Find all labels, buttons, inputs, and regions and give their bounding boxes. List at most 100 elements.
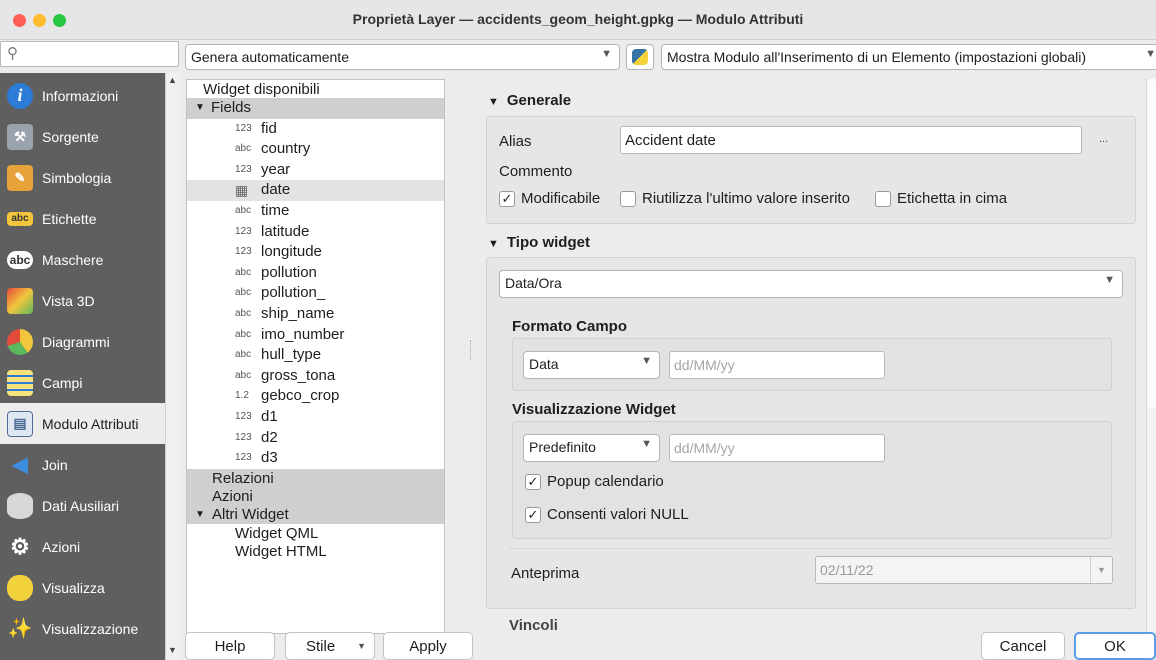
scroll-up-icon[interactable]: ▲	[168, 75, 177, 85]
scroll-down-icon[interactable]: ▼	[168, 645, 177, 655]
sidebar-item-simbologia[interactable]: ✎ Simbologia	[0, 157, 165, 198]
tree-field-item[interactable]: abc hull_type	[187, 345, 444, 366]
sidebar-item-sorgente[interactable]: ⚒ Sorgente	[0, 116, 165, 157]
field-type-badge: 123	[235, 163, 252, 175]
checkmark-icon: ✓	[525, 473, 541, 490]
tree-field-item[interactable]: 123 longitude	[187, 242, 444, 263]
anteprima-label: Anteprima	[511, 565, 580, 582]
field-format-dropdown[interactable]: Data ▼	[523, 351, 660, 379]
layout-mode-dropdown[interactable]: Genera automaticamente ▼	[185, 44, 620, 70]
visualizzazione-widget-group: Predefinito ▼ dd/MM/yy ✓ Popup calendario…	[512, 421, 1112, 539]
field-name: d1	[261, 407, 278, 425]
form-popup-dropdown[interactable]: Mostra Modulo all'Inserimento di un Elem…	[661, 44, 1156, 70]
consenti-null-checkbox[interactable]: ✓ Consenti valori NULL	[525, 506, 689, 523]
etichetta-checkbox[interactable]: Etichetta in cima	[875, 190, 1007, 207]
popup-calendario-checkbox[interactable]: ✓ Popup calendario	[525, 473, 664, 490]
alias-input[interactable]: Accident date	[620, 126, 1082, 154]
sidebar-item-vista-3d[interactable]: Vista 3D	[0, 280, 165, 321]
tree-field-item[interactable]: abc imo_number	[187, 325, 444, 346]
expand-arrow-icon[interactable]: ▼	[195, 505, 205, 525]
sidebar-scrollbar[interactable]: ▲ ▼	[165, 73, 179, 660]
modificabile-checkbox[interactable]: ✓ Modificabile	[499, 190, 600, 207]
expand-arrow-icon[interactable]: ▼	[195, 98, 205, 118]
chevron-down-icon[interactable]: ▼	[1090, 557, 1112, 583]
widget-display-input[interactable]: dd/MM/yy	[669, 434, 885, 462]
sidebar-item-label: Simbologia	[42, 169, 112, 186]
form-popup-value: Mostra Modulo all'Inserimento di un Elem…	[667, 49, 1086, 65]
tree-field-item[interactable]: abc time	[187, 201, 444, 222]
tree-group-fields[interactable]: ▼ Fields	[187, 98, 444, 119]
chevron-down-icon: ▼	[641, 438, 652, 450]
tree-group-relazioni[interactable]: Relazioni	[187, 469, 444, 488]
paintbrush-icon: ✎	[7, 164, 33, 191]
chevron-down-icon: ▼	[357, 641, 366, 651]
available-widgets-tree[interactable]: Widget disponibili ▼ Fields 123 fid abc cou…	[186, 79, 445, 634]
title-bar: Proprietà Layer — accidents_geom_height.…	[0, 0, 1156, 40]
tree-field-item[interactable]: abc ship_name	[187, 304, 444, 325]
collapse-arrow-icon[interactable]: ▼	[488, 96, 499, 108]
sidebar-item-join[interactable]: ◀ Join	[0, 444, 165, 485]
collapse-arrow-icon[interactable]: ▼	[488, 238, 499, 250]
tree-field-item[interactable]: 123 d1	[187, 407, 444, 428]
panel-scrollbar[interactable]	[1146, 79, 1156, 632]
sidebar-item-visualizza[interactable]: Visualizza	[0, 567, 165, 608]
mask-abc-icon: abc	[7, 250, 33, 269]
alias-value: Accident date	[625, 132, 716, 149]
sidebar-item-diagrammi[interactable]: Diagrammi	[0, 321, 165, 362]
sidebar-item-label: Dati Ausiliari	[42, 497, 120, 514]
fields-icon	[7, 369, 33, 396]
tree-field-item[interactable]: 123 d3	[187, 448, 444, 469]
sidebar-item-informazioni[interactable]: i Informazioni	[0, 75, 165, 116]
tree-field-item[interactable]: 123 fid	[187, 119, 444, 140]
field-name: pollution	[261, 263, 317, 281]
search-input[interactable]: ⚲	[0, 41, 179, 67]
tree-item-widget-qml[interactable]: Widget QML	[187, 524, 444, 542]
tree-field-item[interactable]: 123 latitude	[187, 222, 444, 243]
chevron-down-icon: ▼	[641, 355, 652, 367]
widget-display-dropdown[interactable]: Predefinito ▼	[523, 434, 660, 462]
tree-item-widget-html[interactable]: Widget HTML	[187, 542, 444, 560]
widget-type-dropdown[interactable]: Data/Ora ▼	[499, 270, 1123, 298]
more-options-button[interactable]: ...	[1099, 133, 1108, 145]
riutilizza-checkbox[interactable]: Riutilizza l'ultimo valore inserito	[620, 190, 850, 207]
sidebar-item-modulo-attributi[interactable]: ▤ Modulo Attributi	[0, 403, 165, 444]
tree-field-item[interactable]: 123 year	[187, 160, 444, 181]
tree-field-item[interactable]: 123 d2	[187, 428, 444, 449]
field-type-badge: 123	[235, 246, 252, 258]
vincoli-section-header-cutoff[interactable]: Vincoli	[509, 617, 558, 632]
sidebar-item-label: Diagrammi	[42, 333, 110, 350]
generale-section-header[interactable]: ▼ Generale	[488, 92, 571, 109]
database-icon	[7, 492, 33, 519]
ok-button[interactable]: OK	[1074, 632, 1156, 660]
stile-button[interactable]: Stile ▼	[285, 632, 375, 660]
scrollbar-thumb[interactable]	[1148, 79, 1156, 409]
cancel-button[interactable]: Cancel	[981, 632, 1065, 660]
section-title: Vincoli	[509, 617, 558, 632]
tree-group-azioni[interactable]: Azioni	[187, 487, 444, 506]
tree-field-item[interactable]: abc country	[187, 139, 444, 160]
sidebar-item-azioni[interactable]: ⚙ Azioni	[0, 526, 165, 567]
field-name: longitude	[261, 243, 322, 261]
apply-button[interactable]: Apply	[383, 632, 473, 660]
anteprima-date-input[interactable]: 02/11/22 ▼	[815, 556, 1113, 584]
chevron-down-icon: ▼	[1145, 48, 1156, 60]
tree-field-item[interactable]: ▦ date	[187, 180, 444, 201]
button-label: Apply	[409, 637, 447, 655]
sidebar-item-campi[interactable]: Campi	[0, 362, 165, 403]
tree-field-item[interactable]: abc gross_tona	[187, 366, 444, 387]
field-format-input[interactable]: dd/MM/yy	[669, 351, 885, 379]
sidebar-item-etichette[interactable]: abc Etichette	[0, 198, 165, 239]
tree-field-item[interactable]: abc pollution_	[187, 283, 444, 304]
tree-group-altri-widget[interactable]: ▼ Altri Widget	[187, 505, 444, 524]
sidebar-item-visualizzazione[interactable]: ✨ Visualizzazione	[0, 608, 165, 649]
checkmark-icon: ✓	[525, 506, 541, 523]
python-init-button[interactable]	[626, 44, 654, 70]
tree-field-item[interactable]: abc pollution	[187, 263, 444, 284]
python-icon	[632, 49, 648, 65]
help-button[interactable]: Help	[185, 632, 275, 660]
alias-label: Alias	[499, 133, 532, 150]
sidebar-item-dati-ausiliari[interactable]: Dati Ausiliari	[0, 485, 165, 526]
tipo-widget-section-header[interactable]: ▼ Tipo widget	[488, 234, 590, 251]
tree-field-item[interactable]: 1.2 gebco_crop	[187, 386, 444, 407]
sidebar-item-maschere[interactable]: abc Maschere	[0, 239, 165, 280]
